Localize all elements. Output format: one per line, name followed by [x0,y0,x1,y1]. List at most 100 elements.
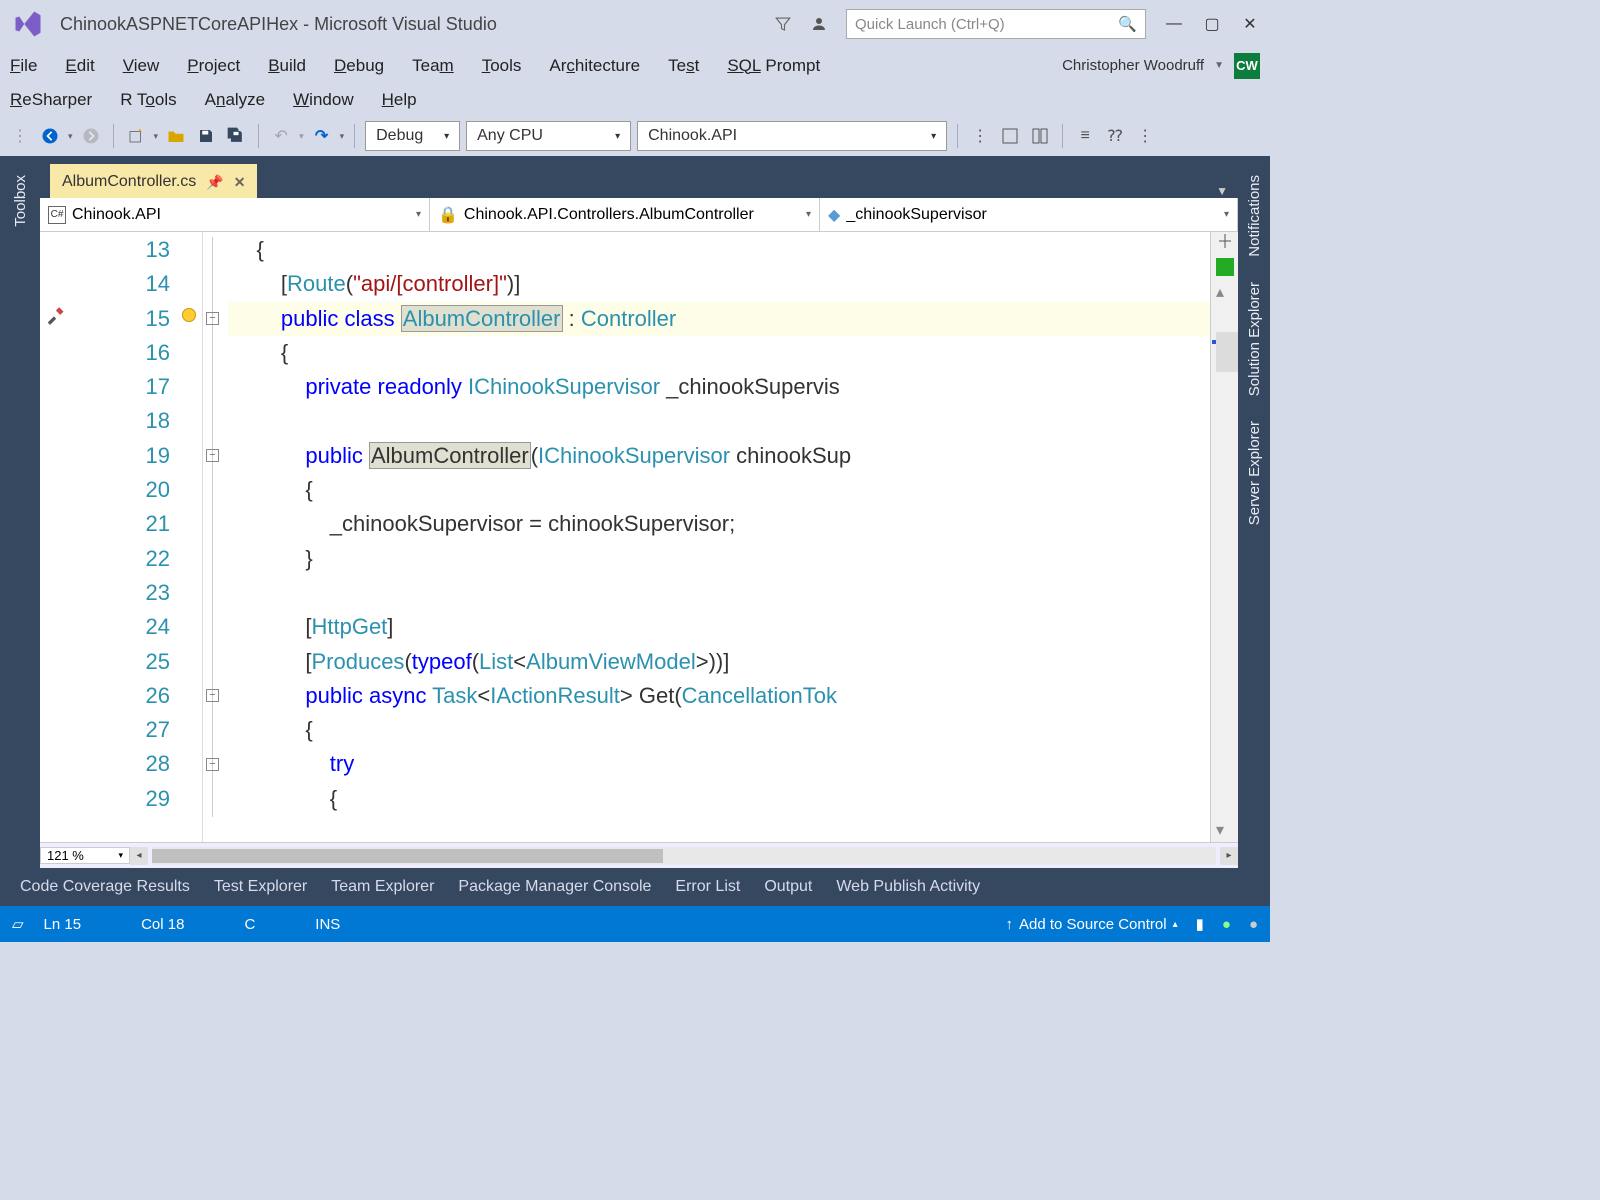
redo-button[interactable]: ↷ [310,124,334,148]
status-doc-icon: ▱ [12,915,24,933]
bottom-tab[interactable]: Code Coverage Results [20,878,190,896]
nav-member-combo[interactable]: ◆ _chinookSupervisor▾ [820,198,1238,231]
menu-architecture[interactable]: Architecture [549,56,640,76]
startup-combo[interactable]: Chinook.API▾ [637,121,947,151]
bottom-tab[interactable]: Output [764,878,812,896]
class-icon: 🔒 [438,205,458,225]
status-line: Ln 15 [44,916,82,933]
nav-project-combo[interactable]: C# Chinook.API▾ [40,198,430,231]
fold-toggle[interactable]: − [206,689,219,702]
lightbulb-icon[interactable] [182,308,196,322]
outlining-margin[interactable]: − − − − [202,232,228,842]
hscroll-left-button[interactable]: ◂ [130,847,148,865]
bottom-tab[interactable]: Package Manager Console [458,878,651,896]
menu-build[interactable]: Build [268,56,306,76]
nav-forward-button[interactable] [79,124,103,148]
window-title: ChinookASPNETCoreAPIHex - Microsoft Visu… [60,14,497,35]
menu-test[interactable]: Test [668,56,699,76]
left-rail: Toolbox [0,160,40,868]
fold-toggle[interactable]: − [206,449,219,462]
bottom-tab[interactable]: Web Publish Activity [836,878,980,896]
publish-icon: ↑ [1005,916,1013,933]
field-icon: ◆ [828,205,840,225]
menu-team[interactable]: Team [412,56,454,76]
menu-view[interactable]: View [123,56,160,76]
save-all-button[interactable] [224,124,248,148]
menu-analyze[interactable]: Analyze [205,90,266,110]
menu-debug[interactable]: Debug [334,56,384,76]
quick-launch-input[interactable]: Quick Launch (Ctrl+Q) 🔍 [846,9,1146,39]
pin-icon[interactable]: 📌 [206,174,223,191]
navigation-bar: C# Chinook.API▾ 🔒 Chinook.API.Controller… [40,198,1238,232]
split-icon[interactable] [1216,232,1234,250]
file-tab-active[interactable]: AlbumController.cs 📌 ✕ [50,164,257,198]
horizontal-scrollbar[interactable] [152,847,1216,865]
menu-sqlprompt[interactable]: SQL Prompt [727,56,820,76]
status-col: Col 18 [141,916,184,933]
editor-container: AlbumController.cs 📌 ✕ ▼ C# Chinook.API▾… [40,160,1238,868]
new-project-button[interactable] [124,124,148,148]
status-ch: C [244,916,255,933]
toolbar-overflow-icon[interactable]: ⋮ [968,124,992,148]
toolbar-icon-4[interactable]: ⁇ [1103,124,1127,148]
nav-class-combo[interactable]: 🔒 Chinook.API.Controllers.AlbumControlle… [430,198,820,231]
open-file-button[interactable] [164,124,188,148]
menu-file[interactable]: File [10,56,37,76]
menu-help[interactable]: Help [382,90,417,110]
notifications-tab[interactable]: Notifications [1246,175,1263,257]
tab-dropdown-icon[interactable]: ▼ [1216,184,1228,198]
add-source-control-button[interactable]: ↑ Add to Source Control ▴ [1005,916,1177,933]
menu-window[interactable]: Window [293,90,353,110]
right-rail: Notifications Solution Explorer Server E… [1238,160,1270,868]
menu-project[interactable]: Project [187,56,240,76]
zoom-combo[interactable]: 121 %▾ [40,847,130,864]
breakpoint-margin[interactable] [40,232,70,842]
status-icon-1[interactable]: ▮ [1196,915,1204,933]
code-text-area[interactable]: { [Route("api/[controller]")] public cla… [228,232,1210,842]
platform-combo[interactable]: Any CPU▾ [466,121,631,151]
menu-rtools[interactable]: R Tools [120,90,176,110]
menu-tools[interactable]: Tools [482,56,522,76]
maximize-button[interactable]: ▢ [1202,14,1222,34]
code-editor[interactable]: 1314151617181920212223242526272829 −−−− … [40,232,1238,842]
save-button[interactable] [194,124,218,148]
fold-toggle[interactable]: − [206,312,219,325]
toolbar-icon-3[interactable]: ≡ [1073,124,1097,148]
nav-back-button[interactable] [38,124,62,148]
fold-toggle[interactable]: − [206,758,219,771]
file-tab-label: AlbumController.cs [62,173,196,191]
status-icon-3[interactable]: ● [1249,916,1258,933]
csharp-project-icon: C# [48,206,66,224]
close-button[interactable]: ✕ [1240,14,1260,34]
status-icon-2[interactable]: ● [1222,916,1231,933]
hammer-icon[interactable] [44,304,70,330]
status-ins[interactable]: INS [315,916,340,933]
feedback-icon[interactable] [810,15,828,33]
toolbar-icon-1[interactable] [998,124,1022,148]
toolbar-handle-icon[interactable]: ⋮ [8,124,32,148]
toolbar-icon-2[interactable] [1028,124,1052,148]
scrollbar-preview[interactable]: ▴ ▾ [1210,232,1238,842]
down-arrow-icon[interactable]: ▾ [1216,820,1234,838]
bottom-tab[interactable]: Error List [675,878,740,896]
bottom-tab[interactable]: Test Explorer [214,878,307,896]
user-name-label[interactable]: Christopher Woodruff [1062,57,1204,74]
menu-resharper[interactable]: ReSharper [10,90,92,110]
undo-button[interactable]: ↶ [269,124,293,148]
server-explorer-tab[interactable]: Server Explorer [1246,421,1263,525]
minimize-button[interactable]: — [1164,15,1184,33]
quick-launch-placeholder: Quick Launch (Ctrl+Q) [855,16,1005,33]
menu-edit[interactable]: Edit [65,56,94,76]
filter-icon[interactable] [774,15,792,33]
config-combo[interactable]: Debug▾ [365,121,460,151]
hscroll-right-button[interactable]: ▸ [1220,847,1238,865]
solution-explorer-tab[interactable]: Solution Explorer [1246,282,1263,396]
close-tab-icon[interactable]: ✕ [234,174,246,191]
toolbox-tab[interactable]: Toolbox [12,175,29,227]
user-dropdown-icon[interactable]: ▼ [1214,60,1224,71]
status-ok-icon [1216,258,1234,276]
toolbar-overflow-2-icon[interactable]: ⋮ [1133,124,1157,148]
user-avatar-badge[interactable]: CW [1234,53,1260,79]
bottom-tab[interactable]: Team Explorer [331,878,434,896]
up-arrow-icon[interactable]: ▴ [1216,282,1234,300]
